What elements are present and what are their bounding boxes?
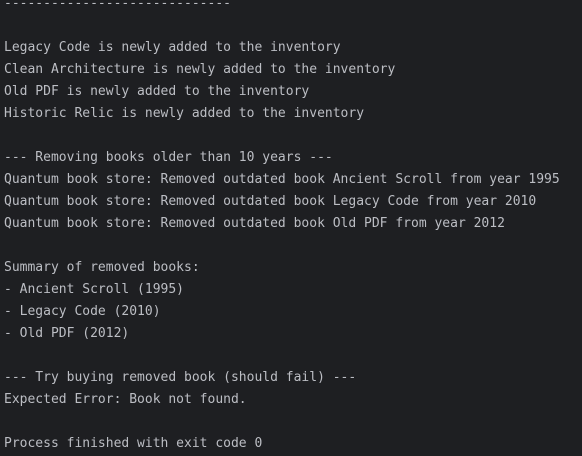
console-summary-item: - Ancient Scroll (1995) [4, 282, 185, 297]
console-section-header: --- Try buying removed book (should fail… [4, 370, 357, 385]
console-summary-heading: Summary of removed books: [4, 260, 200, 275]
console-error-line: Expected Error: Book not found. [4, 392, 247, 407]
console-exit-status: Process finished with exit code 0 [4, 436, 263, 451]
console-line: Quantum book store: Removed outdated boo… [4, 216, 505, 231]
console-line: Historic Relic is newly added to the inv… [4, 106, 365, 121]
console-section-header: --- Removing books older than 10 years -… [4, 150, 333, 165]
console-line: Clean Architecture is newly added to the… [4, 62, 396, 77]
console-line: Old PDF is newly added to the inventory [4, 84, 310, 99]
console-output-lines: ----------------------------- Legacy Cod… [4, 0, 560, 455]
console-output-panel[interactable]: ----------------------------- Legacy Cod… [0, 0, 582, 456]
console-summary-item: - Legacy Code (2010) [4, 304, 161, 319]
console-line: Legacy Code is newly added to the invent… [4, 40, 341, 55]
console-line: Quantum book store: Removed outdated boo… [4, 194, 537, 209]
console-line: Quantum book store: Removed outdated boo… [4, 172, 560, 187]
console-summary-item: - Old PDF (2012) [4, 326, 130, 341]
console-line-separator: ----------------------------- [4, 0, 231, 11]
